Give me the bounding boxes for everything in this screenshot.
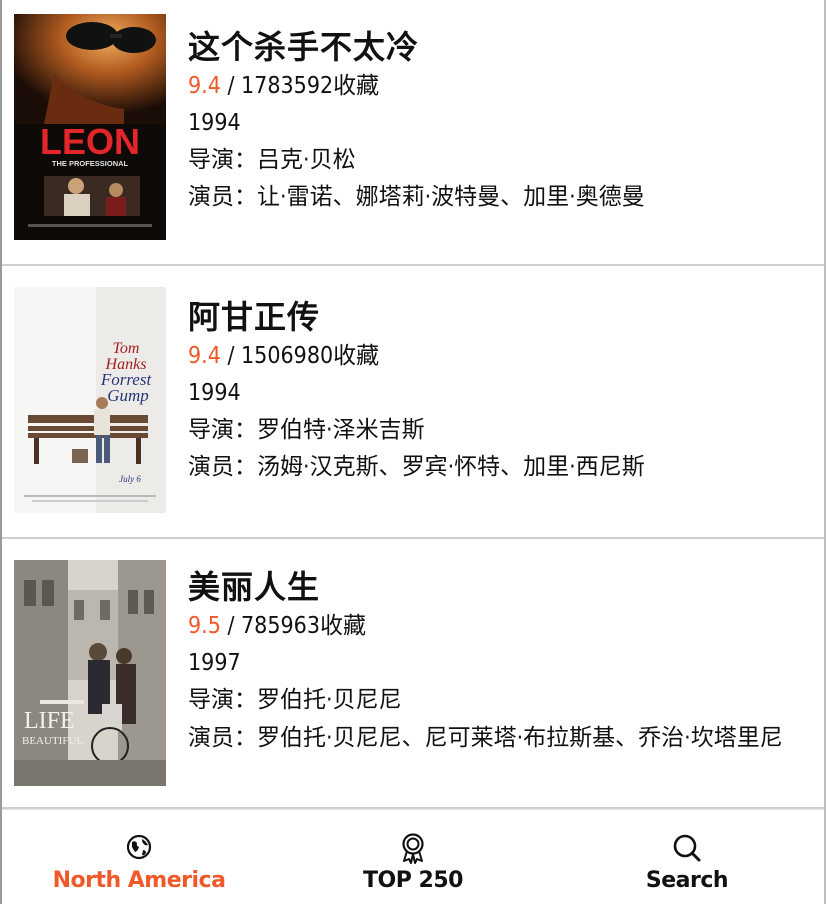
tab-top-250[interactable]: TOP 250	[276, 810, 550, 905]
director-line: 导演：吕克·贝松	[188, 147, 356, 173]
movie-item[interactable]: Tom Hanks Forrest Gump July 6 阿甘正传 9.4 /…	[2, 266, 824, 539]
award-icon	[402, 833, 424, 864]
movie-poster: Tom Hanks Forrest Gump July 6	[14, 287, 166, 513]
collect-count: / 1783592收藏	[220, 73, 380, 99]
poster-subtitle-text: THE PROFESSIONAL	[52, 159, 129, 168]
movie-poster: LEON THE PROFESSIONAL	[14, 14, 166, 240]
movie-info: 阿甘正传 9.4 / 1506980收藏 1994 导演：罗伯特·泽米吉斯 演员…	[188, 296, 814, 486]
rating-score: 9.4	[188, 73, 221, 99]
movie-info: 这个杀手不太冷 9.4 / 1783592收藏 1994 导演：吕克·贝松 演员…	[188, 26, 814, 216]
rating-line: 9.4 / 1506980收藏	[188, 338, 814, 375]
movie-poster: LIFE BEAUTIFUL	[14, 560, 166, 786]
director-line: 导演：罗伯托·贝尼尼	[188, 687, 402, 713]
release-year: 1994	[188, 110, 241, 136]
poster-text-2: BEAUTIFUL	[22, 735, 83, 747]
cast-line: 演员：让·雷诺、娜塔莉·波特曼、加里·奥德曼	[188, 184, 645, 210]
rating-score: 9.4	[188, 343, 221, 369]
release-year: 1994	[188, 380, 241, 406]
movie-info: 美丽人生 9.5 / 785963收藏 1997 导演：罗伯托·贝尼尼 演员：罗…	[188, 566, 814, 752]
poster-text-4: Gump	[107, 386, 149, 405]
movie-title[interactable]: 阿甘正传	[188, 296, 814, 338]
search-icon	[673, 834, 701, 862]
poster-title-text: LEON	[40, 121, 140, 162]
cast-line: 演员：罗伯托·贝尼尼、尼可莱塔·布拉斯基、乔治·坎塔里尼	[188, 725, 783, 751]
poster-text-1: Tom	[113, 340, 140, 357]
collect-count: / 785963收藏	[220, 613, 366, 639]
release-year: 1997	[188, 650, 241, 676]
poster-date-text: July 6	[119, 474, 141, 484]
rating-score: 9.5	[188, 613, 221, 639]
poster-text-1: LIFE	[24, 708, 75, 734]
tab-north-america[interactable]: North America	[2, 810, 276, 905]
movie-item[interactable]: LEON THE PROFESSIONAL 这个杀手不太冷 9.4 / 1783…	[2, 0, 824, 266]
movie-item[interactable]: LIFE BEAUTIFUL 美丽人生 9.5 / 785963收藏 1997 …	[2, 539, 824, 809]
rating-line: 9.4 / 1783592收藏	[188, 68, 814, 105]
movie-list[interactable]: LEON THE PROFESSIONAL 这个杀手不太冷 9.4 / 1783…	[2, 0, 824, 809]
tab-label: North America	[52, 868, 226, 893]
tab-search[interactable]: Search	[550, 810, 824, 905]
tab-label: TOP 250	[363, 868, 463, 893]
tab-label: Search	[645, 868, 729, 893]
rating-line: 9.5 / 785963收藏	[188, 608, 814, 645]
collect-count: / 1506980收藏	[220, 343, 380, 369]
director-line: 导演：罗伯特·泽米吉斯	[188, 417, 425, 443]
cast-line: 演员：汤姆·汉克斯、罗宾·怀特、加里·西尼斯	[188, 454, 645, 480]
globe-icon	[126, 834, 152, 860]
bottom-tab-bar: North America TOP 250 Search	[2, 809, 824, 905]
movie-title[interactable]: 美丽人生	[188, 566, 814, 608]
movie-title[interactable]: 这个杀手不太冷	[188, 26, 814, 68]
